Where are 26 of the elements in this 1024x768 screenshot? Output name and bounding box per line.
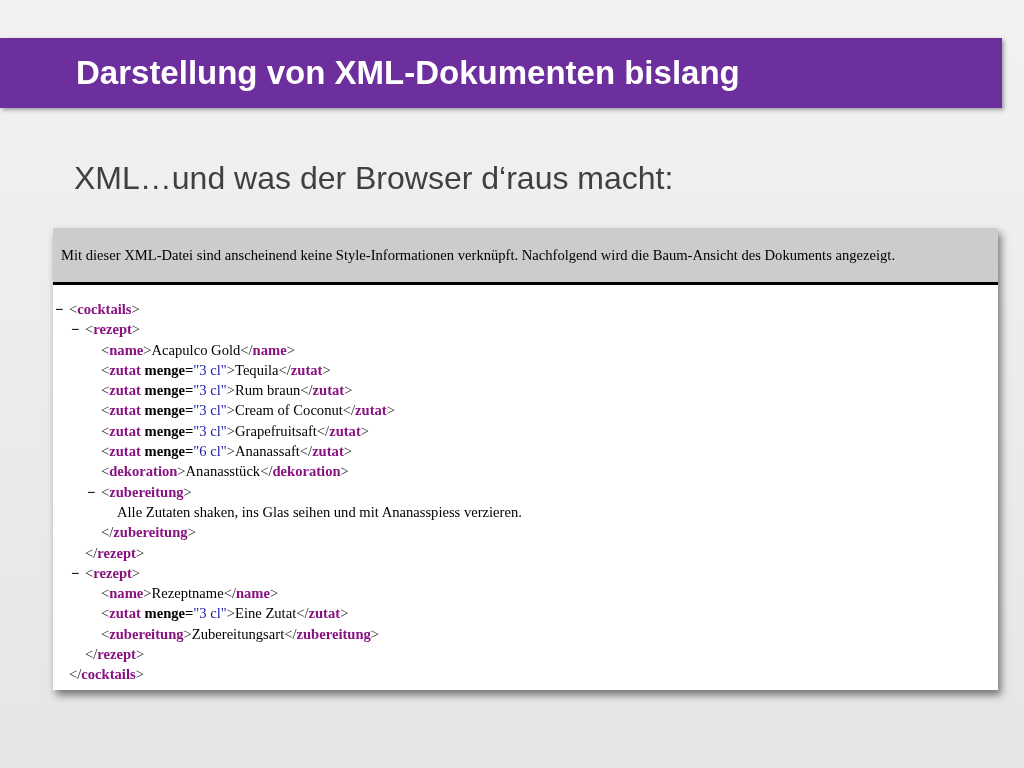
xml-line: <zutat menge="3 cl">Cream of Coconut</zutat> [101, 402, 395, 419]
xml-line: <dekoration>Ananasstück</dekoration> [101, 463, 349, 480]
xml-line: <name>Rezeptname</name> [101, 585, 279, 602]
collapse-toggle[interactable]: − [71, 319, 80, 340]
xml-line: <zutat menge="3 cl">Grapefruitsaft</zutat> [101, 422, 369, 439]
xml-line: <zubereitung> [101, 483, 192, 500]
xml-line: <zubereitung>Zubereitungsart</zubereitung> [101, 625, 380, 642]
xml-line: Alle Zutaten shaken, ins Glas seihen und mit Ananasspiess verzieren. [117, 503, 522, 520]
xml-line: <zutat menge="6 cl">Ananassaft</zutat> [101, 443, 352, 460]
slide-title: Darstellung von XML-Dokumenten bislang [75, 54, 740, 92]
xml-line: </zubereitung> [101, 524, 196, 541]
collapse-toggle[interactable]: − [87, 481, 96, 502]
collapse-toggle[interactable]: − [71, 562, 80, 584]
xml-line: </cocktails> [69, 666, 144, 683]
xml-line: <rezept> [85, 321, 141, 338]
xml-line: <rezept> [85, 564, 141, 581]
info-text: Mit dieser XML-Datei sind anscheinend keine Style-Informationen verknüpft. Nachfolgend wird die Baum-Ansicht des Dokuments angezeigt. [61, 246, 896, 264]
xml-line: <zutat menge="3 cl">Rum braun</zutat> [101, 382, 353, 399]
xml-line: <cocktails> [69, 301, 140, 317]
xml-line: <zutat menge="3 cl">Eine Zutat</zutat> [101, 605, 349, 622]
slide-subtitle: XML…und was der Browser d‘raus macht: [74, 160, 674, 197]
xml-line: <zutat menge="3 cl">Tequila</zutat> [101, 361, 331, 378]
collapse-toggle[interactable]: − [55, 299, 64, 320]
xml-line: </rezept> [85, 544, 145, 561]
xml-line: </rezept> [85, 646, 145, 663]
xml-line: <name>Acapulco Gold</name> [101, 341, 295, 358]
